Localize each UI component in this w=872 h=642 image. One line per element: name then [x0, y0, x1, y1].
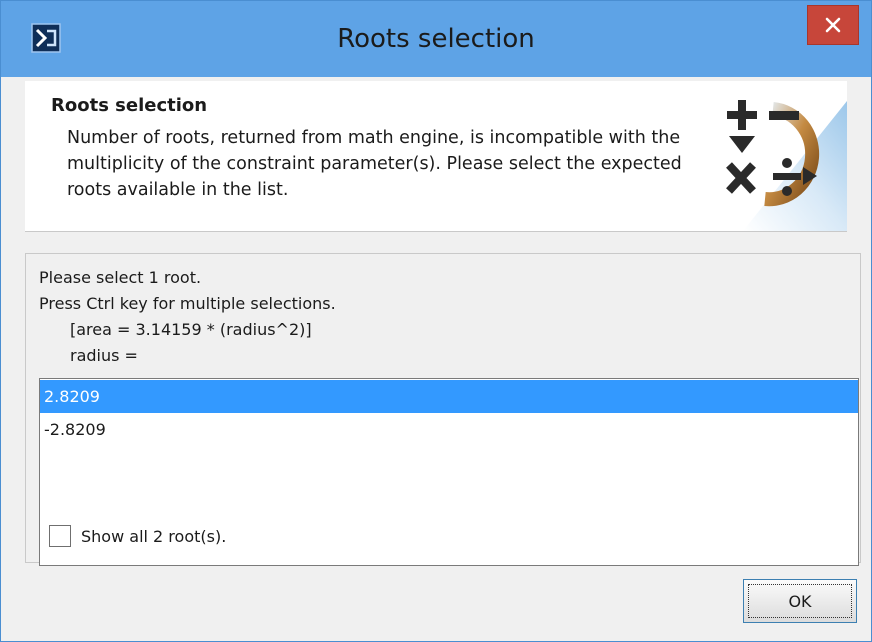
constraint-expression: [area = 3.14159 * (radius^2)]: [70, 320, 312, 339]
roots-content-panel: Please select 1 root. Press Ctrl key for…: [25, 253, 861, 566]
header-title: Roots selection: [51, 95, 208, 116]
close-icon: [825, 17, 841, 33]
parameter-label: radius =: [70, 346, 138, 365]
close-button[interactable]: [807, 5, 859, 45]
instruction-ctrl-key: Press Ctrl key for multiple selections.: [39, 294, 336, 313]
root-list-item-selected[interactable]: 2.8209: [40, 380, 858, 413]
ok-button[interactable]: OK: [743, 579, 857, 623]
roots-selection-dialog: Roots selection Roots selection Number o…: [0, 0, 872, 642]
header-description: Number of roots, returned from math engi…: [67, 128, 682, 200]
show-all-roots-label[interactable]: Show all 2 root(s).: [81, 525, 226, 549]
window-title: Roots selection: [337, 24, 535, 54]
math-operations-icon: [703, 81, 847, 231]
title-bar[interactable]: Roots selection: [1, 1, 871, 77]
root-list-item[interactable]: -2.8209: [40, 413, 858, 446]
focus-indicator: [748, 584, 852, 618]
instruction-select-count: Please select 1 root.: [39, 268, 202, 287]
header-panel: Roots selection Number of roots, returne…: [25, 81, 847, 232]
show-all-roots-checkbox[interactable]: [49, 525, 71, 547]
